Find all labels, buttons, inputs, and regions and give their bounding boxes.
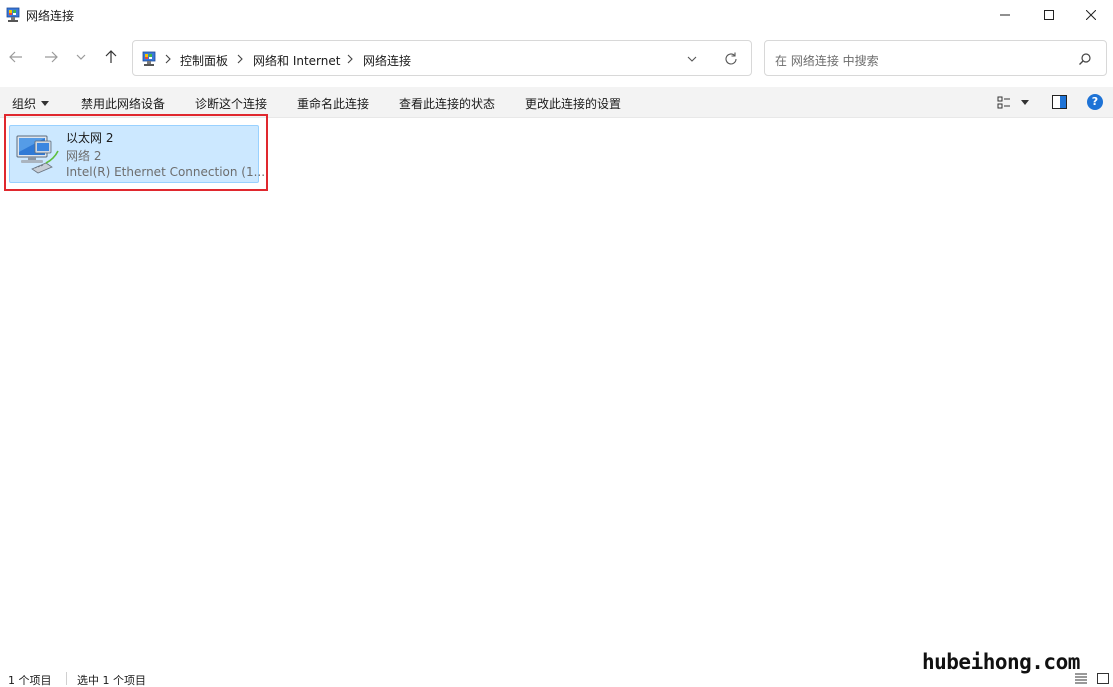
organize-label: 组织 (12, 97, 37, 111)
status-divider (66, 672, 67, 685)
change-view-icon[interactable] (997, 96, 1011, 110)
search-input[interactable]: 在 网络连接 中搜索 (775, 52, 879, 69)
breadcrumb-network-connections[interactable]: 网络连接 (363, 52, 411, 69)
address-bar[interactable]: 控制面板 网络和 Internet 网络连接 (132, 40, 752, 76)
title-bar: 网络连接 (0, 0, 1113, 30)
breadcrumb-separator-icon[interactable] (163, 53, 173, 65)
explorer-window: 网络连接 控制面板 网络和 Internet 网络连接 在 网络连接 中搜索 组… (0, 0, 1113, 687)
caret-down-icon (41, 101, 50, 106)
file-list-area: 以太网 2 网络 2 Intel(R) Ethernet Connection … (0, 119, 1113, 667)
disable-device-button[interactable]: 禁用此网络设备 (81, 95, 165, 112)
breadcrumb-control-panel[interactable]: 控制面板 (180, 52, 228, 69)
diagnose-connection-button[interactable]: 诊断这个连接 (195, 95, 267, 112)
annotation-highlight-box (4, 114, 268, 191)
arrow-left-icon (9, 51, 22, 63)
search-box[interactable]: 在 网络连接 中搜索 (764, 40, 1107, 76)
breadcrumb-network-internet[interactable]: 网络和 Internet (253, 52, 340, 69)
close-button[interactable] (1068, 0, 1113, 30)
up-button[interactable] (101, 47, 121, 67)
item-count: 1 个项目 (8, 674, 52, 687)
window-title: 网络连接 (26, 9, 75, 23)
selected-count: 选中 1 个项目 (77, 674, 146, 687)
maximize-icon (1044, 10, 1054, 20)
change-settings-button[interactable]: 更改此连接的设置 (525, 95, 621, 112)
breadcrumb-separator-icon[interactable] (345, 53, 355, 65)
view-status-button[interactable]: 查看此连接的状态 (399, 95, 495, 112)
chevron-down-icon (76, 54, 86, 60)
close-icon (1086, 10, 1096, 20)
watermark-text: hubeihong.com (922, 650, 1080, 674)
minimize-icon (1000, 14, 1010, 16)
arrow-up-icon (105, 50, 117, 63)
network-connections-icon (6, 7, 20, 22)
large-icons-view-icon[interactable] (1097, 673, 1109, 684)
chevron-down-icon[interactable] (685, 52, 699, 66)
control-panel-icon (142, 51, 156, 66)
minimize-button[interactable] (982, 0, 1028, 30)
recent-locations-button[interactable] (71, 47, 91, 67)
breadcrumb-separator-icon[interactable] (235, 53, 245, 65)
rename-connection-button[interactable]: 重命名此连接 (297, 95, 369, 112)
back-button[interactable] (6, 47, 26, 67)
help-icon[interactable]: ? (1087, 94, 1103, 110)
refresh-icon[interactable] (723, 51, 739, 67)
details-view-icon[interactable] (1075, 673, 1087, 684)
navigation-row: 控制面板 网络和 Internet 网络连接 在 网络连接 中搜索 (0, 38, 1113, 78)
view-options-caret-icon[interactable] (1021, 100, 1029, 105)
forward-button[interactable] (41, 47, 61, 67)
maximize-button[interactable] (1026, 0, 1072, 30)
organize-menu[interactable]: 组织 (12, 95, 50, 112)
arrow-right-icon (45, 51, 58, 63)
preview-pane-icon[interactable] (1052, 95, 1067, 109)
search-icon[interactable] (1078, 52, 1092, 66)
